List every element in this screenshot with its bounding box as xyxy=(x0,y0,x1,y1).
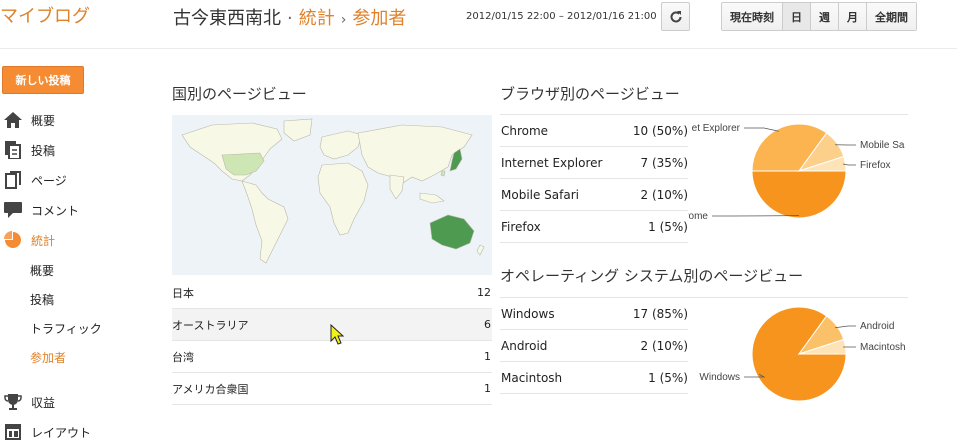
browser-heading: ブラウザ別のページビュー xyxy=(500,85,680,103)
table-row: 日本 12 xyxy=(172,277,492,309)
world-map-svg xyxy=(181,118,485,264)
browser-pie-chart[interactable]: Chrome et Explorer Mobile Sa Firefox xyxy=(688,114,908,239)
range-now-button[interactable]: 現在時刻 xyxy=(722,3,782,30)
country-count: 1 xyxy=(484,350,491,363)
sidebar-item-label: 統計 xyxy=(31,233,56,248)
country-count: 12 xyxy=(477,286,491,299)
comment-icon xyxy=(3,200,23,220)
os-table: Windows 17 (85%) Android 2 (10%) Macintosh… xyxy=(500,297,688,394)
sidebar-sub-overview[interactable]: 概要 xyxy=(30,260,54,280)
refresh-button[interactable] xyxy=(661,2,690,31)
browser-value: 7 (35%) xyxy=(640,155,688,170)
sidebar-item-layout[interactable]: レイアウト xyxy=(0,420,91,443)
stats-pie-icon xyxy=(3,230,23,250)
sidebar-item-posts[interactable]: 投稿 xyxy=(0,138,55,162)
browser-name: Chrome xyxy=(501,123,549,138)
time-range-selector: 現在時刻 日 週 月 全期間 xyxy=(721,2,917,31)
os-name: Android xyxy=(501,338,548,353)
table-row: アメリカ合衆国 1 xyxy=(172,373,492,405)
sidebar-item-label: 収益 xyxy=(31,395,56,410)
browser-name: Firefox xyxy=(501,219,541,234)
sidebar-item-earnings[interactable]: 収益 xyxy=(0,390,55,414)
sidebar-item-label: コメント xyxy=(31,203,80,218)
os-value: 2 (10%) xyxy=(640,338,688,353)
refresh-icon xyxy=(670,10,681,22)
browser-name: Mobile Safari xyxy=(501,187,579,202)
pie-label: Macintosh xyxy=(860,342,906,353)
os-heading: オペレーティング システム別のページビュー xyxy=(500,267,804,285)
posts-icon xyxy=(3,140,23,160)
sidebar-item-label: 概要 xyxy=(31,113,56,128)
table-row: Windows 17 (85%) xyxy=(500,298,688,330)
pie-label: Mobile Sa xyxy=(860,140,905,151)
range-all-button[interactable]: 全期間 xyxy=(866,3,916,30)
date-range: 2012/01/15 22:00 – 2012/01/16 21:00 xyxy=(466,11,657,22)
sidebar-item-label: ページ xyxy=(31,173,67,188)
browser-name: Internet Explorer xyxy=(501,155,603,170)
pie-label: Android xyxy=(860,321,894,332)
browser-value: 2 (10%) xyxy=(640,187,688,202)
browser-value: 1 (5%) xyxy=(648,219,688,234)
header-divider xyxy=(0,48,957,49)
table-row: Chrome 10 (50%) xyxy=(500,115,688,147)
page-title: 古今東西南北 · 統計 › 参加者 xyxy=(173,4,406,30)
new-post-button[interactable]: 新しい投稿 xyxy=(2,66,84,94)
country-name: アメリカ合衆国 xyxy=(172,382,249,396)
os-name: Macintosh xyxy=(501,370,563,385)
os-value: 17 (85%) xyxy=(632,306,688,321)
sidebar-item-overview[interactable]: 概要 xyxy=(0,108,55,132)
mouse-cursor-icon xyxy=(330,324,345,345)
pie-slice[interactable] xyxy=(751,170,847,219)
page-icon xyxy=(3,170,23,190)
country-count: 1 xyxy=(484,382,491,395)
title-separator: · xyxy=(287,8,293,29)
sidebar-item-comments[interactable]: コメント xyxy=(0,198,79,222)
table-row: Mobile Safari 2 (10%) xyxy=(500,179,688,211)
pie-label: Windows xyxy=(699,372,740,383)
sidebar-sub-posts[interactable]: 投稿 xyxy=(30,289,54,309)
table-row: Macintosh 1 (5%) xyxy=(500,362,688,394)
os-name: Windows xyxy=(501,306,555,321)
table-row: Android 2 (10%) xyxy=(500,330,688,362)
pie-label-line xyxy=(744,127,779,132)
sidebar-item-label: 投稿 xyxy=(31,143,56,158)
sidebar-item-stats[interactable]: 統計 xyxy=(0,228,55,252)
sidebar-sub-traffic[interactable]: トラフィック xyxy=(30,318,102,338)
browser-value: 10 (50%) xyxy=(632,123,688,138)
browser-table: Chrome 10 (50%) Internet Explorer 7 (35%) … xyxy=(500,114,688,243)
breadcrumb-audience: 参加者 xyxy=(352,8,407,29)
blog-name[interactable]: 古今東西南北 xyxy=(173,8,281,29)
country-count: 6 xyxy=(484,318,491,331)
country-name: オーストラリア xyxy=(172,318,249,332)
pie-label: et Explorer xyxy=(692,123,741,134)
pie-label: Chrome xyxy=(688,211,708,222)
blog-brand[interactable]: マイブログ xyxy=(0,2,90,28)
pie-label: Firefox xyxy=(860,160,891,171)
breadcrumb-stats[interactable]: 統計 xyxy=(299,8,335,29)
os-pie-chart[interactable]: Windows Android Macintosh xyxy=(688,297,908,407)
world-map[interactable] xyxy=(172,115,492,275)
range-month-button[interactable]: 月 xyxy=(838,3,866,30)
trophy-icon xyxy=(3,392,23,412)
country-name: 台湾 xyxy=(172,350,194,364)
pie-label-line xyxy=(835,325,856,329)
range-week-button[interactable]: 週 xyxy=(810,3,838,30)
table-row: Internet Explorer 7 (35%) xyxy=(500,147,688,179)
range-day-button[interactable]: 日 xyxy=(782,3,810,30)
layout-icon xyxy=(3,422,23,442)
home-icon xyxy=(3,110,23,130)
os-value: 1 (5%) xyxy=(648,370,688,385)
sidebar-sub-audience[interactable]: 参加者 xyxy=(30,347,66,367)
country-name: 日本 xyxy=(172,286,194,300)
breadcrumb-arrow: › xyxy=(340,12,347,28)
table-row: Firefox 1 (5%) xyxy=(500,211,688,243)
country-heading: 国別のページビュー xyxy=(172,85,307,103)
sidebar-item-label: レイアウト xyxy=(31,425,92,440)
sidebar-item-pages[interactable]: ページ xyxy=(0,168,67,192)
